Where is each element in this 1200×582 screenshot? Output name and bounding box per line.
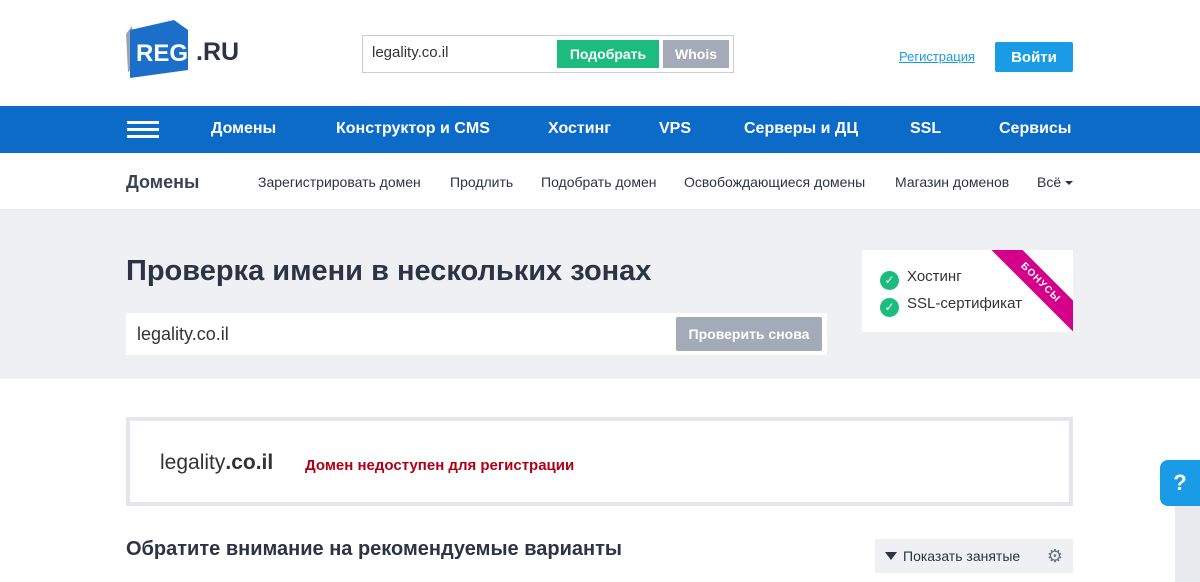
results-filter-bar: Показать занятые ⚙ <box>875 539 1073 573</box>
domain-result-card: legality.co.il Домен недоступен для реги… <box>126 417 1073 506</box>
check-hero: Проверка имени в нескольких зонах Провер… <box>0 210 1200 379</box>
nav-item-hosting[interactable]: Хостинг <box>548 120 611 138</box>
nav-item-constructor-cms[interactable]: Конструктор и CMS <box>336 120 490 138</box>
bonus-item-ssl: ✓ SSL-сертификат <box>880 295 1022 317</box>
bonus-panel: ✓ Хостинг ✓ SSL-сертификат БОНУСЫ <box>862 250 1073 332</box>
recheck-button[interactable]: Проверить снова <box>676 317 822 351</box>
help-side-strip <box>1175 506 1200 582</box>
subnav-all-label: Всё <box>1037 174 1062 190</box>
show-taken-button[interactable]: Показать занятые <box>885 548 1020 564</box>
subnav-all-dropdown[interactable]: Всё <box>1037 174 1074 190</box>
pick-domain-button[interactable]: Подобрать <box>557 40 659 68</box>
subnav-register-domain[interactable]: Зарегистрировать домен <box>258 174 421 190</box>
logo-ru-text: .RU <box>196 38 240 66</box>
show-taken-label: Показать занятые <box>903 548 1021 564</box>
check-circle-icon: ✓ <box>880 298 899 317</box>
svg-text:REG: REG <box>136 40 188 67</box>
page-title: Проверка имени в нескольких зонах <box>126 255 652 287</box>
multi-zone-domain-input[interactable] <box>137 324 537 345</box>
result-domain-zone: .co.il <box>225 451 274 474</box>
gear-icon[interactable]: ⚙ <box>1045 546 1065 566</box>
subnav-renew[interactable]: Продлить <box>450 174 513 190</box>
help-button[interactable]: ? <box>1160 460 1200 506</box>
result-status-unavailable: Домен недоступен для регистрации <box>305 457 575 474</box>
nav-item-domains[interactable]: Домены <box>211 120 276 138</box>
result-domain-name: legality <box>160 451 226 474</box>
caret-down-icon <box>1065 181 1074 186</box>
bonus-ribbon: БОНУСЫ <box>979 250 1073 332</box>
filter-funnel-icon <box>885 552 897 560</box>
check-circle-icon: ✓ <box>880 271 899 290</box>
main-navigation: Домены Конструктор и CMS Хостинг VPS Сер… <box>0 106 1200 153</box>
subnav-expiring-domains[interactable]: Освобождающиеся домены <box>684 174 865 190</box>
bonus-item-hosting: ✓ Хостинг <box>880 268 962 290</box>
result-domain: legality.co.il <box>160 451 273 475</box>
subnav-pick-domain[interactable]: Подобрать домен <box>541 174 656 190</box>
sub-navigation: Домены Зарегистрировать домен Продлить П… <box>0 153 1200 210</box>
domain-search-input[interactable] <box>372 44 552 61</box>
section-title: Домены <box>126 172 200 192</box>
site-header: REG .RU Подобрать Whois Регистрация Войт… <box>0 0 1200 106</box>
multi-zone-check-form: Проверить снова <box>126 313 827 355</box>
reg-ru-logo[interactable]: REG .RU <box>122 20 252 80</box>
nav-item-services[interactable]: Сервисы <box>999 120 1071 138</box>
registration-link[interactable]: Регистрация <box>899 49 975 64</box>
nav-item-servers-dc[interactable]: Серверы и ДЦ <box>744 120 858 138</box>
menu-burger-icon[interactable] <box>127 121 159 139</box>
login-button[interactable]: Войти <box>995 42 1073 72</box>
domain-search-bar: Подобрать Whois <box>362 35 734 73</box>
whois-button[interactable]: Whois <box>663 40 729 68</box>
nav-item-ssl[interactable]: SSL <box>910 120 941 138</box>
nav-item-vps[interactable]: VPS <box>659 120 691 138</box>
subnav-domain-shop[interactable]: Магазин доменов <box>895 174 1009 190</box>
recommended-heading: Обратите внимание на рекомендуемые вариа… <box>126 538 622 560</box>
